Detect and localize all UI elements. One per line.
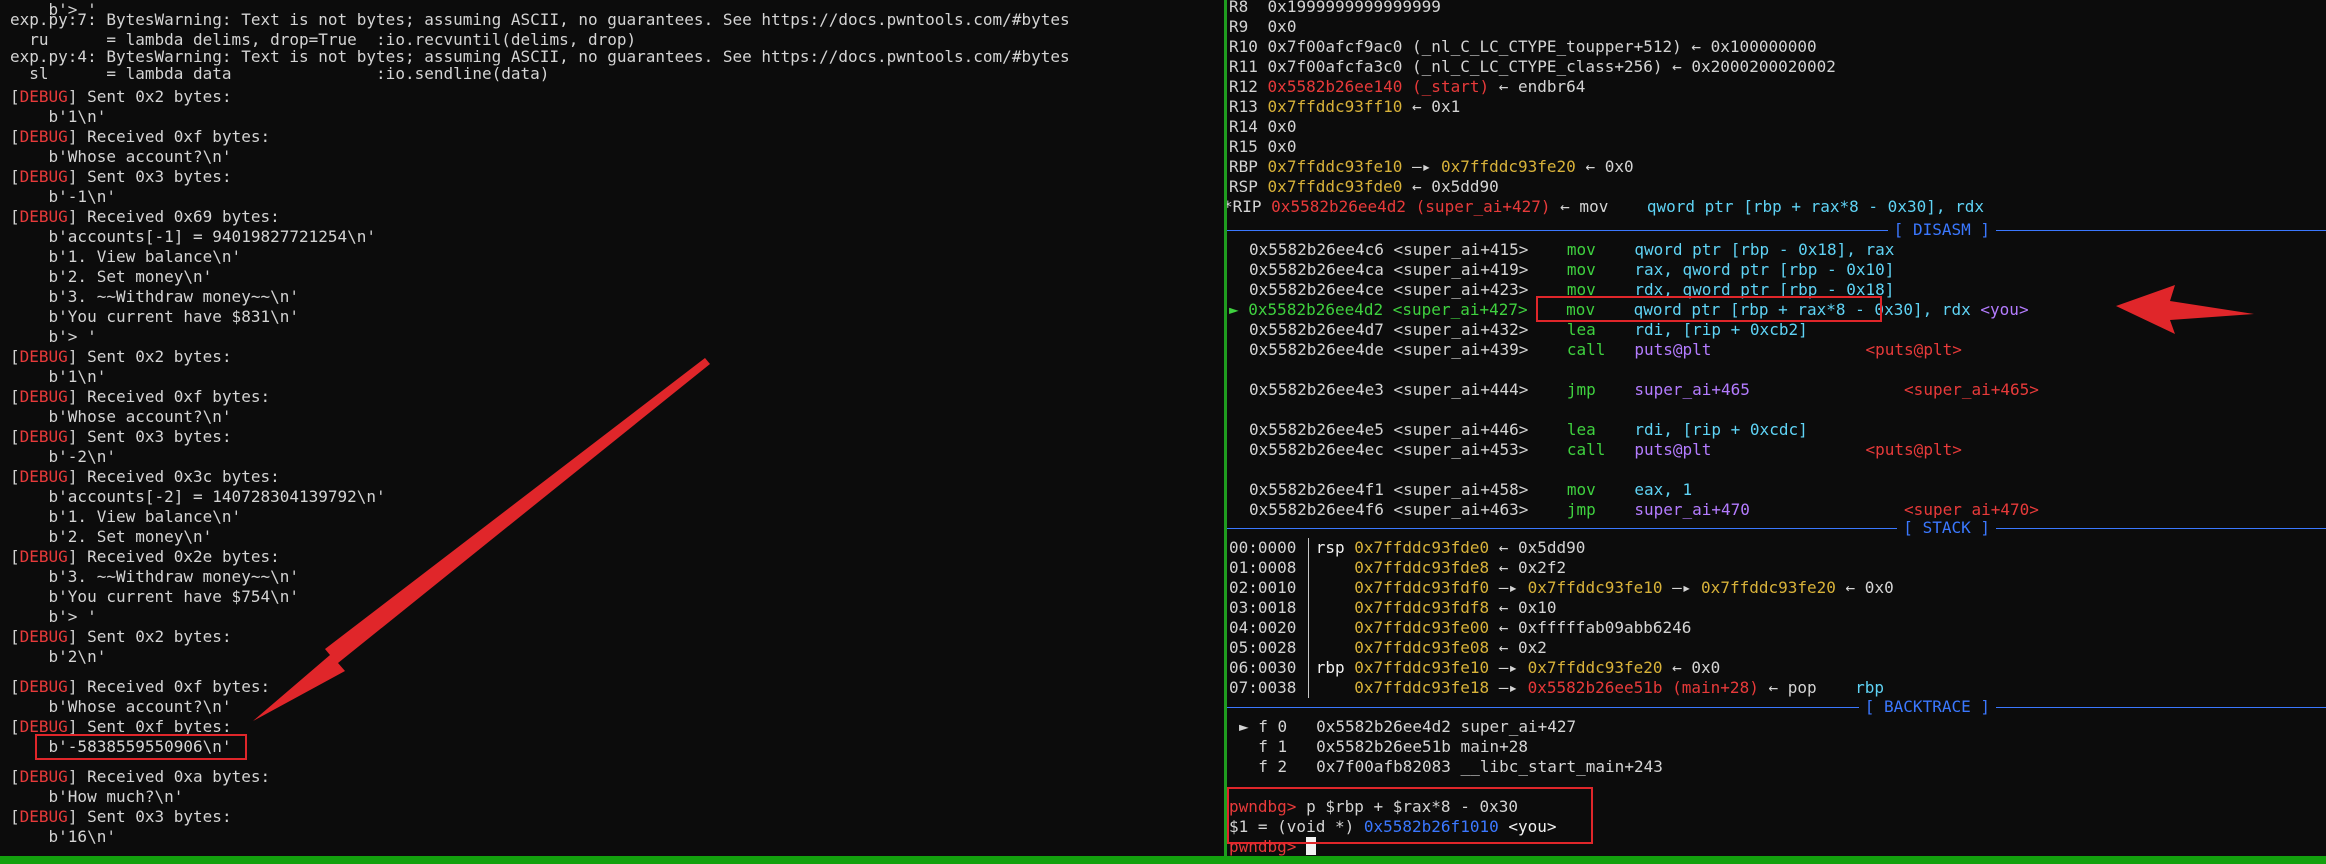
output-line: b'Whose account?\n' (10, 407, 232, 426)
register-r8: R8 0x1999999999999999 (1229, 0, 1441, 16)
output-line: b'accounts[-2] = 140728304139792\n' (10, 487, 386, 506)
output-line: b'1. View balance\n' (10, 507, 242, 526)
output-line: b'You current have $754\n' (10, 587, 299, 606)
register-rbp: RBP 0x7ffddc93fe10 —▸ 0x7ffddc93fe20 ← 0… (1229, 157, 1634, 176)
debug-line: [DEBUG] Sent 0x2 bytes: (10, 87, 232, 106)
debug-line: [DEBUG] Received 0xf bytes: (10, 127, 271, 146)
disasm-line: 0x5582b26ee4c6 <super_ai+415> mov qword … (1249, 240, 1895, 259)
debug-line: [DEBUG] Sent 0x3 bytes: (10, 427, 232, 446)
disasm-line: 0x5582b26ee4f6 <super_ai+463> jmp super_… (1249, 500, 2039, 519)
debug-line: [DEBUG] Sent 0x3 bytes: (10, 807, 232, 826)
register-r15: R15 0x0 (1229, 137, 1297, 156)
stack-line: 02:0010 0x7ffddc93fdf0 —▸ 0x7ffddc93fe10… (1229, 578, 1894, 597)
output-line: b'1\n' (10, 367, 107, 386)
register-r11: R11 0x7f00afcfa3c0 (_nl_C_LC_CTYPE_class… (1229, 57, 1836, 76)
disasm-line: 0x5582b26ee4f1 <super_ai+458> mov eax, 1 (1249, 480, 1693, 499)
debug-line: [DEBUG] Received 0xf bytes: (10, 677, 271, 696)
output-line: b'How much?\n' (10, 787, 184, 806)
pwndbg-pane[interactable]: R8 0x1999999999999999 R9 0x0 R10 0x7f00a… (1227, 0, 2326, 864)
disasm-line: 0x5582b26ee4d7 <super_ai+432> lea rdi, [… (1249, 320, 1808, 339)
status-bar (0, 856, 2326, 864)
warning-line: sl = lambda data :io.sendline(data) (10, 64, 550, 83)
register-r14: R14 0x0 (1229, 117, 1297, 136)
backtrace-separator: [ BACKTRACE ] (1227, 697, 2326, 717)
disasm-line: 0x5582b26ee4de <super_ai+439> call puts@… (1249, 340, 1962, 359)
instruction-highlight-box (1536, 296, 1882, 322)
output-line: b'> ' (10, 327, 97, 346)
output-line: b'Whose account?\n' (10, 147, 232, 166)
output-line: b'> ' (10, 607, 97, 626)
register-r12: R12 0x5582b26ee140 (_start) ← endbr64 (1229, 77, 1586, 96)
output-line: b'-1\n' (10, 187, 116, 206)
backtrace-frame: ► f 0 0x5582b26ee4d2 super_ai+427 (1239, 717, 1577, 736)
stack-line: 07:0038 0x7ffddc93fe18 —▸ 0x5582b26ee51b… (1229, 678, 1885, 697)
debug-line: [DEBUG] Received 0x2e bytes: (10, 547, 280, 566)
disasm-line: 0x5582b26ee4e5 <super_ai+446> lea rdi, [… (1249, 420, 1808, 439)
disasm-line: 0x5582b26ee4ca <super_ai+419> mov rax, q… (1249, 260, 1895, 279)
register-r10: R10 0x7f00afcf9ac0 (_nl_C_LC_CTYPE_toupp… (1229, 37, 1817, 56)
stack-line: 06:0030 rbp 0x7ffddc93fe10 —▸ 0x7ffddc93… (1229, 658, 1721, 677)
output-line: b'2\n' (10, 647, 107, 666)
stack-line: 03:0018 0x7ffddc93fdf8 ← 0x10 (1229, 598, 1557, 617)
stack-line: 04:0020 0x7ffddc93fe00 ← 0xfffffab09abb6… (1229, 618, 1692, 637)
stack-line: 00:0000 rsp 0x7ffddc93fde0 ← 0x5dd90 (1229, 538, 1586, 557)
output-line: b'You current have $831\n' (10, 307, 299, 326)
disasm-line: 0x5582b26ee4ec <super_ai+453> call puts@… (1249, 440, 1962, 459)
disasm-separator: [ DISASM ] (1227, 220, 2326, 240)
stack-line: 05:0028 0x7ffddc93fe08 ← 0x2 (1229, 638, 1547, 657)
output-line: b'16\n' (10, 827, 116, 846)
disasm-line: 0x5582b26ee4e3 <super_ai+444> jmp super_… (1249, 380, 2039, 399)
debug-line: [DEBUG] Sent 0x2 bytes: (10, 347, 232, 366)
output-line: b'2. Set money\n' (10, 267, 213, 286)
command-highlight-box (1227, 787, 1593, 844)
backtrace-frame: f 1 0x5582b26ee51b main+28 (1239, 737, 1528, 756)
debug-line: [DEBUG] Received 0xf bytes: (10, 387, 271, 406)
stack-separator: [ STACK ] (1227, 518, 2326, 538)
register-r9: R9 0x0 (1229, 17, 1297, 36)
register-rsp: RSP 0x7ffddc93fde0 ← 0x5dd90 (1229, 177, 1499, 196)
pwntools-terminal-pane[interactable]: b'> ' exp.py:7: BytesWarning: Text is no… (0, 0, 1224, 864)
output-line: b'1\n' (10, 107, 107, 126)
payload-highlight-box (35, 734, 247, 760)
output-line: b'3. ~~Withdraw money~~\n' (10, 567, 299, 586)
output-line: b'1. View balance\n' (10, 247, 242, 266)
stack-line: 01:0008 0x7ffddc93fde8 ← 0x2f2 (1229, 558, 1567, 577)
debug-line: [DEBUG] Received 0x69 bytes: (10, 207, 280, 226)
register-r13: R13 0x7ffddc93ff10 ← 0x1 (1229, 97, 1461, 116)
output-line: b'2. Set money\n' (10, 527, 213, 546)
output-line: b'Whose account?\n' (10, 697, 232, 716)
debug-line: [DEBUG] Received 0xa bytes: (10, 767, 271, 786)
debug-line: [DEBUG] Sent 0x3 bytes: (10, 167, 232, 186)
warning-line: exp.py:7: BytesWarning: Text is not byte… (10, 10, 1070, 29)
debug-line: [DEBUG] Sent 0x2 bytes: (10, 627, 232, 646)
backtrace-frame: f 2 0x7f00afb82083 __libc_start_main+243 (1239, 757, 1663, 776)
debug-line: [DEBUG] Received 0x3c bytes: (10, 467, 280, 486)
output-line: b'accounts[-1] = 94019827721254\n' (10, 227, 377, 246)
register-rip: *RIP 0x5582b26ee4d2 (super_ai+427) ← mov… (1227, 197, 1985, 216)
output-line: b'-2\n' (10, 447, 116, 466)
output-line: b'3. ~~Withdraw money~~\n' (10, 287, 299, 306)
